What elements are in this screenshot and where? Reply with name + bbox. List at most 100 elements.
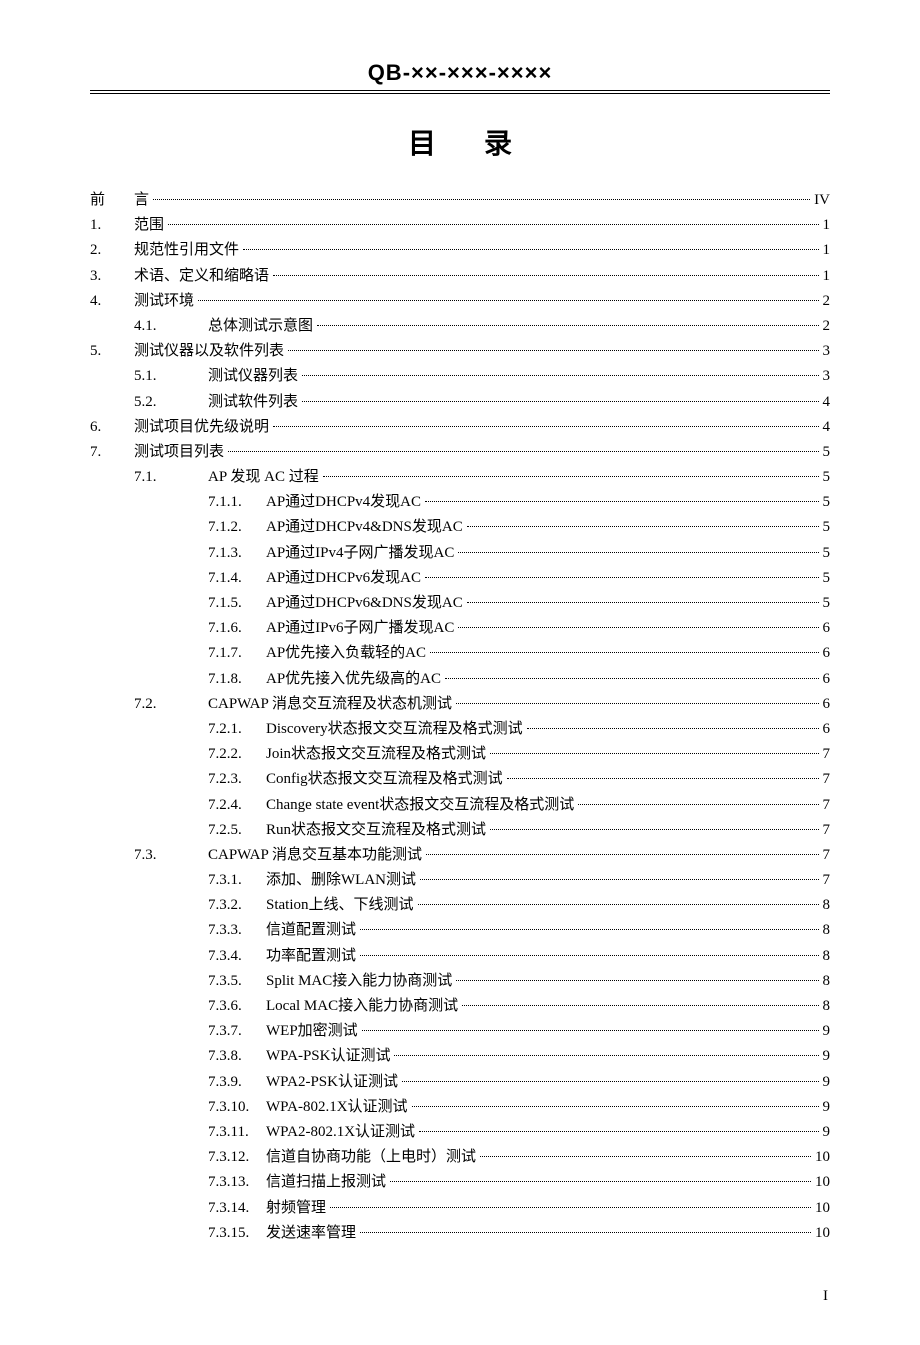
toc-entry-page: 7 bbox=[821, 793, 831, 818]
toc-entry-title: AP通过IPv6子网广播发现AC bbox=[266, 616, 456, 641]
toc-leader-dots bbox=[456, 980, 818, 981]
toc-entry[interactable]: 7.2.4.Change state event状态报文交互流程及格式测试7 bbox=[90, 793, 830, 818]
toc-entry[interactable]: 5.1.测试仪器列表3 bbox=[90, 364, 830, 389]
toc-entry-title: 信道自协商功能（上电时）测试 bbox=[266, 1145, 478, 1170]
toc-entry[interactable]: 7.1.6.AP通过IPv6子网广播发现AC6 bbox=[90, 616, 830, 641]
toc-entry-number: 6. bbox=[90, 415, 134, 440]
toc-entry-page: 4 bbox=[821, 415, 831, 440]
toc-entry-title: CAPWAP 消息交互流程及状态机测试 bbox=[208, 692, 454, 717]
toc-entry-title: 射频管理 bbox=[266, 1196, 328, 1221]
toc-entry[interactable]: 2.规范性引用文件1 bbox=[90, 238, 830, 263]
toc-entry[interactable]: 7.1.5.AP通过DHCPv6&DNS发现AC5 bbox=[90, 591, 830, 616]
toc-entry[interactable]: 7.3.12.信道自协商功能（上电时）测试10 bbox=[90, 1145, 830, 1170]
toc-entry-page: 8 bbox=[821, 918, 831, 943]
toc-entry[interactable]: 7.2.5.Run状态报文交互流程及格式测试7 bbox=[90, 818, 830, 843]
toc-entry[interactable]: 7.3.3.信道配置测试8 bbox=[90, 918, 830, 943]
toc-entry-number: 7.2.2. bbox=[208, 742, 266, 767]
toc-entry[interactable]: 7.2.2.Join状态报文交互流程及格式测试 7 bbox=[90, 742, 830, 767]
toc-entry-number: 7.3.14. bbox=[208, 1196, 266, 1221]
toc-entry-number: 7.3.1. bbox=[208, 868, 266, 893]
toc-entry[interactable]: 7.3.10.WPA-802.1X认证测试9 bbox=[90, 1095, 830, 1120]
toc-entry[interactable]: 7.1.AP 发现 AC 过程5 bbox=[90, 465, 830, 490]
toc-entry-page: 9 bbox=[821, 1044, 831, 1069]
toc-entry[interactable]: 7.1.7.AP优先接入负载轻的AC6 bbox=[90, 641, 830, 666]
toc-entry-page: 9 bbox=[821, 1095, 831, 1120]
toc-entry-title: 测试仪器以及软件列表 bbox=[134, 339, 286, 364]
header-document-code: QB-××-×××-×××× bbox=[90, 60, 830, 90]
toc-entry-page: 6 bbox=[821, 717, 831, 742]
toc-entry[interactable]: 7.1.2.AP通过DHCPv4&DNS发现AC5 bbox=[90, 515, 830, 540]
toc-entry[interactable]: 7.3.1.添加、删除WLAN测试7 bbox=[90, 868, 830, 893]
toc-entry[interactable]: 7.3.4.功率配置测试8 bbox=[90, 944, 830, 969]
toc-entry-title: WEP加密测试 bbox=[266, 1019, 360, 1044]
toc-entry[interactable]: 7.3.CAPWAP 消息交互基本功能测试7 bbox=[90, 843, 830, 868]
toc-entry-title: Split MAC接入能力协商测试 bbox=[266, 969, 454, 994]
toc-entry[interactable]: 7.1.4.AP通过DHCPv6发现AC 5 bbox=[90, 566, 830, 591]
toc-entry[interactable]: 7.3.5.Split MAC接入能力协商测试8 bbox=[90, 969, 830, 994]
toc-entry[interactable]: 4.测试环境2 bbox=[90, 289, 830, 314]
toc-leader-dots bbox=[228, 451, 818, 452]
toc-entry[interactable]: 6.测试项目优先级说明4 bbox=[90, 415, 830, 440]
toc-entry-number: 7.1.4. bbox=[208, 566, 266, 591]
toc-entry[interactable]: 前言IV bbox=[90, 188, 830, 213]
toc-entry[interactable]: 7.1.1.AP通过DHCPv4发现AC5 bbox=[90, 490, 830, 515]
toc-entry-page: 9 bbox=[821, 1120, 831, 1145]
toc-entry-number: 4.1. bbox=[134, 314, 208, 339]
toc-entry[interactable]: 4.1.总体测试示意图2 bbox=[90, 314, 830, 339]
toc-entry[interactable]: 7.3.13.信道扫描上报测试10 bbox=[90, 1170, 830, 1195]
toc-entry[interactable]: 5.测试仪器以及软件列表3 bbox=[90, 339, 830, 364]
toc-entry-title: AP 发现 AC 过程 bbox=[208, 465, 321, 490]
toc-entry[interactable]: 7.3.14.射频管理10 bbox=[90, 1196, 830, 1221]
toc-entry-number: 7.1.8. bbox=[208, 667, 266, 692]
toc-entry[interactable]: 7.3.8.WPA-PSK认证测试9 bbox=[90, 1044, 830, 1069]
toc-entry[interactable]: 7.3.2.Station上线、下线测试8 bbox=[90, 893, 830, 918]
toc-entry-number: 7.1.7. bbox=[208, 641, 266, 666]
toc-entry[interactable]: 7.1.8.AP优先接入优先级高的AC6 bbox=[90, 667, 830, 692]
toc-entry-title: AP通过DHCPv6发现AC bbox=[266, 566, 423, 591]
toc-entry[interactable]: 7.2.3.Config状态报文交互流程及格式测试7 bbox=[90, 767, 830, 792]
toc-entry-title: 测试环境 bbox=[134, 289, 196, 314]
toc-entry-number: 3. bbox=[90, 264, 134, 289]
toc-entry[interactable]: 3.术语、定义和缩略语1 bbox=[90, 264, 830, 289]
toc-leader-dots bbox=[302, 401, 818, 402]
toc-entry-page: 6 bbox=[821, 616, 831, 641]
toc-entry-page: 10 bbox=[813, 1221, 830, 1246]
toc-entry-page: 4 bbox=[821, 390, 831, 415]
toc-entry-title: 信道配置测试 bbox=[266, 918, 358, 943]
toc-entry-title: 测试项目列表 bbox=[134, 440, 226, 465]
toc-entry-number: 7.1.2. bbox=[208, 515, 266, 540]
toc-entry-page: IV bbox=[812, 188, 830, 213]
toc-entry[interactable]: 7.2.CAPWAP 消息交互流程及状态机测试6 bbox=[90, 692, 830, 717]
toc-entry-title: Station上线、下线测试 bbox=[266, 893, 416, 918]
toc-entry[interactable]: 7.3.9.WPA2-PSK认证测试9 bbox=[90, 1070, 830, 1095]
toc-leader-dots bbox=[458, 627, 818, 628]
toc-entry-number: 7.3.7. bbox=[208, 1019, 266, 1044]
toc-entry-number: 7.2.5. bbox=[208, 818, 266, 843]
toc-entry[interactable]: 7.3.15.发送速率管理10 bbox=[90, 1221, 830, 1246]
toc-entry[interactable]: 5.2.测试软件列表4 bbox=[90, 390, 830, 415]
toc-entry[interactable]: 1.范围1 bbox=[90, 213, 830, 238]
toc-leader-dots bbox=[362, 1030, 819, 1031]
toc-leader-dots bbox=[153, 199, 810, 200]
toc-entry-title: Join状态报文交互流程及格式测试 bbox=[266, 742, 488, 767]
toc-leader-dots bbox=[430, 652, 818, 653]
toc-entry-number: 7.3.4. bbox=[208, 944, 266, 969]
toc-entry-page: 7 bbox=[821, 742, 831, 767]
toc-entry[interactable]: 7.3.6.Local MAC接入能力协商测试8 bbox=[90, 994, 830, 1019]
toc-entry-number: 5. bbox=[90, 339, 134, 364]
toc-entry-number: 7.2.4. bbox=[208, 793, 266, 818]
document-page: QB-××-×××-×××× 目录 前言IV1.范围12.规范性引用文件13.术… bbox=[0, 0, 920, 1345]
toc-title: 目录 bbox=[90, 122, 830, 162]
toc-entry[interactable]: 7.3.11.WPA2-802.1X认证测试9 bbox=[90, 1120, 830, 1145]
toc-entry-number: 7.3.15. bbox=[208, 1221, 266, 1246]
toc-leader-dots bbox=[425, 501, 818, 502]
toc-leader-dots bbox=[419, 1131, 818, 1132]
toc-entry[interactable]: 7.2.1.Discovery状态报文交互流程及格式测试6 bbox=[90, 717, 830, 742]
toc-entry-page: 5 bbox=[821, 566, 831, 591]
toc-entry[interactable]: 7.测试项目列表5 bbox=[90, 440, 830, 465]
toc-entry-title: 添加、删除WLAN测试 bbox=[266, 868, 418, 893]
toc-entry[interactable]: 7.3.7.WEP加密测试9 bbox=[90, 1019, 830, 1044]
toc-entry-number: 7.3.10. bbox=[208, 1095, 266, 1120]
toc-entry-number: 前 bbox=[90, 188, 134, 213]
toc-entry[interactable]: 7.1.3.AP通过IPv4子网广播发现AC5 bbox=[90, 541, 830, 566]
